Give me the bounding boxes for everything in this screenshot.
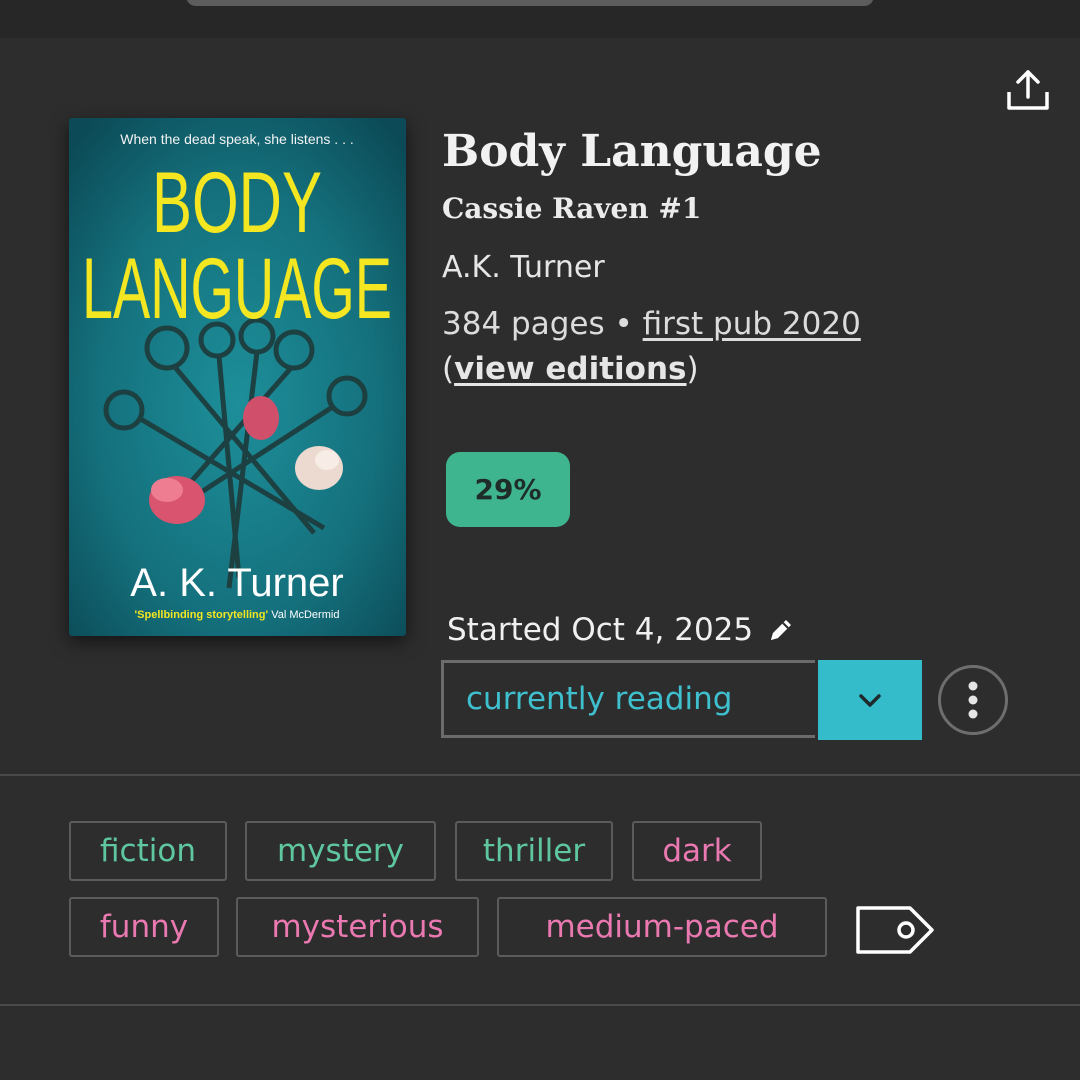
page-count: 384 pages	[442, 306, 605, 342]
share-icon	[1007, 70, 1049, 110]
view-editions-link[interactable]: view editions	[454, 351, 686, 387]
tag-mood[interactable]: funny	[69, 897, 219, 957]
book-cover[interactable]: When the dead speak, she listens . . . B…	[69, 118, 406, 636]
view-editions: (view editions)	[442, 351, 699, 387]
tag-genre[interactable]: fiction	[69, 821, 227, 881]
first-pub-link[interactable]: first pub 2020	[643, 306, 861, 342]
started-date[interactable]: Started Oct 4, 2025	[447, 612, 797, 648]
more-vertical-icon	[968, 681, 978, 719]
divider	[0, 774, 1080, 776]
book-series[interactable]: Cassie Raven #1	[442, 192, 701, 225]
cover-quote-by: Val McDermid	[271, 609, 339, 621]
cover-author: A. K. Turner	[130, 561, 343, 605]
cover-tagline: When the dead speak, she listens . . .	[120, 131, 353, 147]
chevron-down-icon	[859, 694, 881, 707]
tag-icon[interactable]	[852, 902, 938, 958]
divider	[0, 1004, 1080, 1006]
tag-mood[interactable]: medium-paced	[497, 897, 827, 957]
started-label: Started Oct 4, 2025	[447, 612, 754, 648]
book-author[interactable]: A.K. Turner	[442, 250, 605, 285]
status-dropdown-button[interactable]	[818, 660, 922, 740]
tag-mood[interactable]: mysterious	[236, 897, 479, 957]
cover-quote-text: 'Spellbinding storytelling'	[135, 609, 269, 621]
cover-title-line1: BODY	[152, 155, 322, 251]
book-title: Body Language	[442, 126, 822, 177]
search-bar-edge[interactable]	[186, 0, 874, 6]
meta-separator: •	[604, 306, 643, 342]
tag-genre[interactable]: thriller	[455, 821, 613, 881]
book-meta: 384 pages • first pub 2020	[442, 306, 861, 342]
progress-badge[interactable]: 29%	[446, 452, 570, 527]
more-options-button[interactable]	[938, 665, 1008, 735]
tag-mood[interactable]: dark	[632, 821, 762, 881]
editions-open-paren: (	[442, 351, 455, 387]
share-button[interactable]	[1004, 66, 1052, 114]
tag-genre[interactable]: mystery	[245, 821, 436, 881]
cover-quote: 'Spellbinding storytelling' Val McDermid	[135, 609, 340, 621]
pencil-icon[interactable]	[765, 614, 797, 646]
cover-title-line2: LANGUAGE	[82, 241, 392, 337]
editions-close-paren: )	[686, 351, 699, 387]
top-bar	[0, 0, 1080, 38]
book-detail-screen: When the dead speak, she listens . . . B…	[0, 0, 1080, 1080]
reading-status-select[interactable]: currently reading	[441, 660, 815, 738]
